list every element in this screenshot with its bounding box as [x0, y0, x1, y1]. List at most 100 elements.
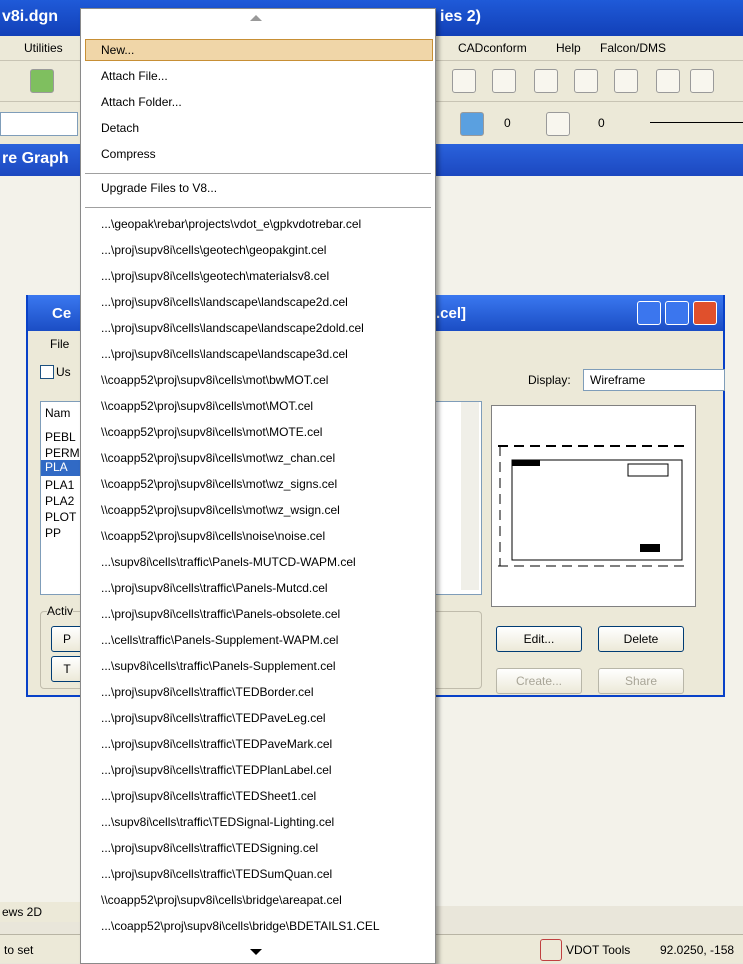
- terminator-button[interactable]: T: [51, 656, 83, 682]
- dialog-menu-file[interactable]: File: [50, 337, 69, 351]
- menu-item[interactable]: ...\cells\traffic\Panels-Supplement-WAPM…: [101, 633, 338, 647]
- close-button[interactable]: [693, 301, 717, 325]
- dialog-title-left: Ce: [52, 305, 72, 322]
- menu-item[interactable]: ...\proj\supv8i\cells\landscape\landscap…: [101, 347, 348, 361]
- scroll-up-arrow-icon[interactable]: [250, 15, 262, 21]
- menu-cadconform[interactable]: CADconform: [458, 41, 527, 55]
- cell-preview-drawing: [498, 445, 689, 567]
- list-item[interactable]: PEBL: [45, 430, 76, 444]
- menu-item[interactable]: ...\proj\supv8i\cells\traffic\Panels-obs…: [101, 607, 340, 621]
- menu-item[interactable]: ...\supv8i\cells\traffic\Panels-Suppleme…: [101, 659, 336, 673]
- menu-item[interactable]: ...\supv8i\cells\traffic\Panels-MUTCD-WA…: [101, 555, 356, 569]
- menu-item[interactable]: ...\geopak\rebar\projects\vdot_e\gpkvdot…: [101, 217, 361, 231]
- menu-item[interactable]: \\coapp52\proj\supv8i\cells\mot\bwMOT.ce…: [101, 373, 328, 387]
- save-icon[interactable]: [452, 69, 476, 93]
- vdot-tools-icon[interactable]: [540, 939, 562, 961]
- share-button-label: Share: [624, 674, 658, 688]
- menu-item[interactable]: Detach: [101, 121, 139, 135]
- color-value: 0: [504, 116, 511, 130]
- redo-icon[interactable]: [690, 69, 714, 93]
- app-title-left: v8i.dgn: [2, 8, 59, 25]
- menu-item[interactable]: Attach File...: [101, 69, 168, 83]
- placement-button[interactable]: P: [51, 626, 83, 652]
- cut-icon[interactable]: [534, 69, 558, 93]
- list-item[interactable]: PLOT: [45, 510, 76, 524]
- list-item[interactable]: PLA2: [45, 494, 74, 508]
- vdot-tools-label[interactable]: VDOT Tools: [566, 943, 630, 957]
- coordinate-readout: 92.0250, -158: [660, 943, 735, 957]
- menu-item[interactable]: ...\proj\supv8i\cells\traffic\TEDPlanLab…: [101, 763, 332, 777]
- active-label: Activ: [47, 604, 74, 618]
- menu-item[interactable]: ...\proj\supv8i\cells\geotech\materialsv…: [101, 269, 329, 283]
- library-icon[interactable]: [30, 69, 54, 93]
- menu-item[interactable]: \\coapp52\proj\supv8i\cells\mot\MOTE.cel: [101, 425, 322, 439]
- menu-falcon[interactable]: Falcon/DMS: [600, 41, 666, 55]
- undo-icon[interactable]: [656, 69, 680, 93]
- menu-item[interactable]: Compress: [101, 147, 156, 161]
- panel-title: re Graph: [2, 150, 69, 167]
- line-style-sample[interactable]: [650, 122, 743, 123]
- share-button[interactable]: Share: [598, 668, 684, 694]
- display-select[interactable]: Wireframe: [583, 369, 725, 391]
- weight-icon[interactable]: [546, 112, 570, 136]
- list-item-selected[interactable]: PLA: [41, 460, 85, 476]
- menu-utilities[interactable]: Utilities: [24, 41, 63, 55]
- menu-item[interactable]: ...\proj\supv8i\cells\traffic\TEDSheet1.…: [101, 789, 316, 803]
- menu-item[interactable]: ...\proj\supv8i\cells\traffic\Panels-Mut…: [101, 581, 328, 595]
- maximize-button[interactable]: [665, 301, 689, 325]
- dialog-title-right: .cel]: [436, 305, 467, 322]
- create-button[interactable]: Create...: [496, 668, 582, 694]
- list-item[interactable]: PERM: [45, 446, 80, 460]
- display-label: Display:: [528, 373, 571, 387]
- list-scrollbar[interactable]: [461, 402, 479, 590]
- cell-preview: [491, 405, 696, 607]
- copy-icon[interactable]: [574, 69, 598, 93]
- menu-item[interactable]: ...\proj\supv8i\cells\traffic\TEDPaveLeg…: [101, 711, 326, 725]
- menu-item[interactable]: ...\proj\supv8i\cells\traffic\TEDBorder.…: [101, 685, 314, 699]
- edit-button-label: Edit...: [523, 632, 555, 646]
- menu-item[interactable]: \\coapp52\proj\supv8i\cells\mot\wz_wsign…: [101, 503, 340, 517]
- menu-item[interactable]: \\coapp52\proj\supv8i\cells\mot\MOT.cel: [101, 399, 313, 413]
- list-header-name[interactable]: Nam: [45, 406, 70, 420]
- menu-help[interactable]: Help: [556, 41, 581, 55]
- menu-item[interactable]: ...\proj\supv8i\cells\traffic\TEDSigning…: [101, 841, 318, 855]
- app-title-right: ies 2): [440, 8, 481, 25]
- minimize-button[interactable]: [637, 301, 661, 325]
- menu-item[interactable]: ...\supv8i\cells\traffic\TEDSignal-Light…: [101, 815, 334, 829]
- menu-item[interactable]: New...: [101, 43, 134, 57]
- menu-item[interactable]: Attach Folder...: [101, 95, 182, 109]
- menu-separator: [85, 207, 431, 208]
- scroll-down-arrow-icon[interactable]: [250, 949, 262, 955]
- delete-button[interactable]: Delete: [598, 626, 684, 652]
- use-checkbox[interactable]: [40, 365, 54, 379]
- edit-button[interactable]: Edit...: [496, 626, 582, 652]
- menu-item[interactable]: ...\proj\supv8i\cells\geotech\geopakgint…: [101, 243, 326, 257]
- menu-item[interactable]: ...\proj\supv8i\cells\traffic\TEDPaveMar…: [101, 737, 332, 751]
- terminator-button-label: T: [63, 662, 71, 676]
- menu-item[interactable]: ...\proj\supv8i\cells\traffic\TEDSumQuan…: [101, 867, 332, 881]
- list-item[interactable]: PP: [45, 526, 61, 540]
- create-button-label: Create...: [515, 674, 563, 688]
- list-item[interactable]: PLA1: [45, 478, 74, 492]
- menu-item[interactable]: \\coapp52\proj\supv8i\cells\bridge\areap…: [101, 893, 342, 907]
- placement-button-label: P: [62, 632, 71, 646]
- print-icon[interactable]: [492, 69, 516, 93]
- menu-item[interactable]: \\coapp52\proj\supv8i\cells\noise\noise.…: [101, 529, 325, 543]
- menu-item-highlight: [85, 39, 433, 61]
- paste-icon[interactable]: [614, 69, 638, 93]
- color-icon[interactable]: [460, 112, 484, 136]
- menu-item[interactable]: ...\proj\supv8i\cells\landscape\landscap…: [101, 295, 348, 309]
- status-message: to set: [4, 943, 34, 957]
- weight-value: 0: [598, 116, 605, 130]
- menu-item[interactable]: ...\coapp52\proj\supv8i\cells\bridge\BDE…: [101, 919, 380, 933]
- delete-button-label: Delete: [623, 632, 659, 646]
- menu-separator: [85, 173, 431, 174]
- menu-item[interactable]: \\coapp52\proj\supv8i\cells\mot\wz_chan.…: [101, 451, 335, 465]
- views-selector[interactable]: ews 2D: [0, 902, 80, 922]
- cell-library-file-menu: New... Attach File... Attach Folder... Deta…: [80, 8, 436, 964]
- use-label: Us: [56, 365, 71, 379]
- menu-item[interactable]: Upgrade Files to V8...: [101, 181, 217, 195]
- menu-item[interactable]: \\coapp52\proj\supv8i\cells\mot\wz_signs…: [101, 477, 337, 491]
- level-select[interactable]: [0, 112, 78, 136]
- menu-item[interactable]: ...\proj\supv8i\cells\landscape\landscap…: [101, 321, 364, 335]
